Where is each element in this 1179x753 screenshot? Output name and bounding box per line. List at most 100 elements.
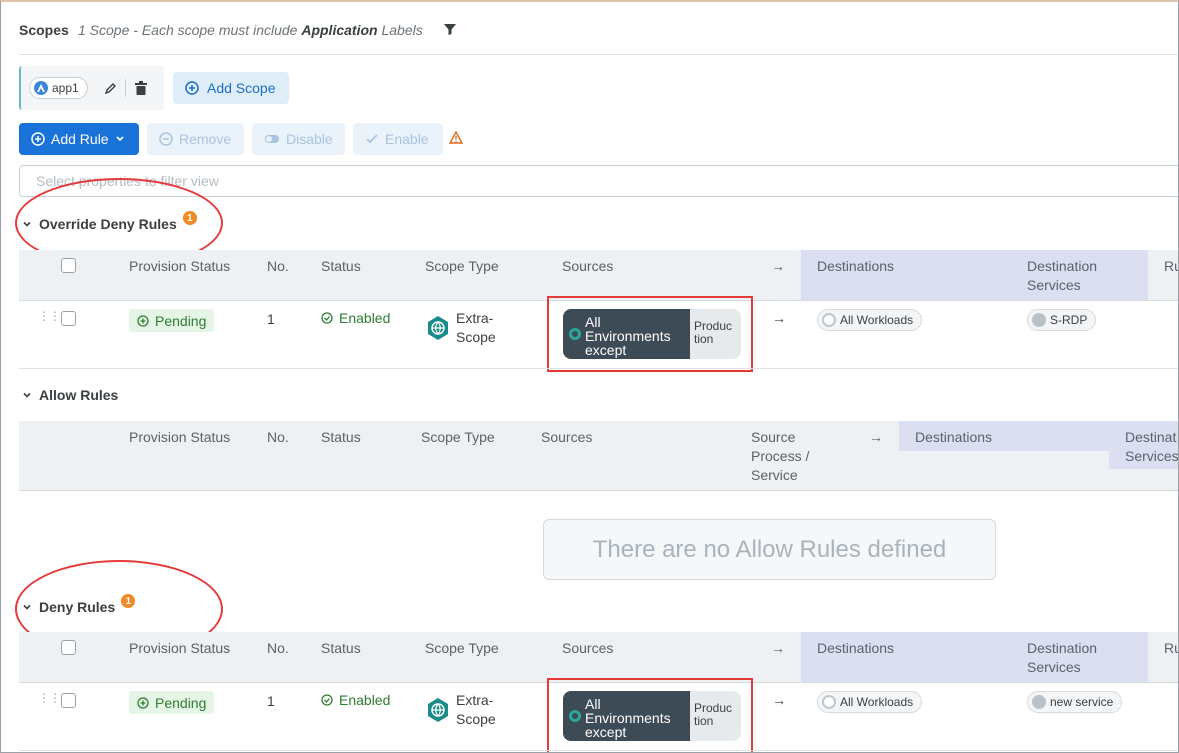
- add-scope-label: Add Scope: [207, 80, 276, 96]
- scopes-desc-suffix: Labels: [377, 22, 423, 38]
- scopes-description: 1 Scope - Each scope must include Applic…: [78, 22, 423, 38]
- col-arrow: →: [771, 258, 785, 274]
- app-label-icon: [34, 81, 48, 95]
- workload-icon: [822, 695, 836, 709]
- remove-label: Remove: [179, 131, 232, 147]
- remove-button[interactable]: Remove: [147, 123, 244, 155]
- trash-icon[interactable]: [135, 81, 147, 95]
- chevron-down-icon: [23, 392, 31, 398]
- destination-chip[interactable]: All Workloads: [817, 309, 923, 331]
- check-icon: [366, 134, 378, 144]
- separator: [125, 79, 126, 97]
- col-dest-services-line2: Services: [1027, 659, 1081, 675]
- col-destinat: Destinat: [1125, 429, 1177, 445]
- allow-table-header: Provision Status No. Status Scope Type S…: [19, 421, 1179, 491]
- workload-icon: [822, 313, 836, 327]
- row-arrow: →: [772, 692, 786, 708]
- col-provision-status: Provision Status: [129, 640, 231, 656]
- disable-button[interactable]: Disable: [252, 123, 345, 155]
- col-destinations: Destinations: [817, 640, 895, 656]
- edit-icon[interactable]: [104, 81, 118, 95]
- service-icon: [1032, 313, 1046, 327]
- plus-circle-icon: [137, 314, 149, 327]
- toggle-icon: [265, 135, 279, 143]
- check-circle-icon: [321, 312, 333, 324]
- empty-state-message: There are no Allow Rules defined: [543, 519, 996, 580]
- destination-text: All Workloads: [840, 313, 914, 327]
- allow-title-text: Allow Rules: [39, 387, 119, 403]
- plus-circle-icon: [185, 81, 199, 95]
- destination-chip[interactable]: All Workloads: [817, 691, 923, 713]
- col-destinations: Destinations: [817, 258, 895, 274]
- col-source-process-service: Source Process / Service: [751, 428, 809, 485]
- annotation-box: [547, 296, 753, 372]
- row-divider: [19, 368, 1178, 369]
- plus-circle-icon: [137, 696, 149, 709]
- divider: [19, 54, 1178, 55]
- col-status: Status: [321, 429, 361, 445]
- warning-icon: [449, 131, 463, 144]
- scope-label-chip[interactable]: app1: [29, 77, 88, 99]
- row-checkbox[interactable]: [61, 311, 76, 326]
- add-rule-label: Add Rule: [51, 131, 109, 147]
- scope-type-line2: Scope: [456, 329, 496, 345]
- chevron-down-icon: [116, 136, 124, 142]
- scopes-title: Scopes: [19, 22, 69, 38]
- rule-status: Enabled: [321, 692, 390, 708]
- scope-type: Extra- Scope: [456, 691, 496, 729]
- scope-type-line1: Extra-: [456, 692, 494, 708]
- col-scope-type: Scope Type: [421, 429, 495, 445]
- rule-status-text: Enabled: [339, 692, 391, 708]
- row-divider: [19, 750, 1178, 751]
- provision-status-badge: Pending: [129, 309, 215, 332]
- deny-table-header: Provision Status No. Status Scope Type S…: [19, 632, 1178, 683]
- col-destination-services: Destination Services: [1027, 639, 1097, 677]
- plus-circle-icon: [31, 132, 45, 146]
- col-src-proc-line1: Source: [751, 429, 796, 445]
- rule-editor-panel: Scopes 1 Scope - Each scope must include…: [0, 0, 1179, 753]
- enable-label: Enable: [385, 131, 429, 147]
- check-circle-icon: [321, 694, 333, 706]
- col-no: No.: [267, 429, 289, 445]
- drag-handle-icon[interactable]: ⋮⋮: [38, 310, 61, 322]
- service-chip[interactable]: new service: [1027, 691, 1123, 713]
- col-services: Services: [1125, 448, 1179, 464]
- col-provision-status: Provision Status: [129, 429, 231, 445]
- service-chip[interactable]: S-RDP: [1027, 309, 1097, 331]
- select-all-checkbox[interactable]: [61, 258, 76, 273]
- filter-icon[interactable]: [443, 22, 457, 36]
- destination-text: All Workloads: [840, 695, 914, 709]
- minus-circle-icon: [159, 132, 173, 146]
- col-dest-services-line2: Services: [1027, 277, 1081, 293]
- col-no: No.: [267, 258, 289, 274]
- col-scope-type: Scope Type: [425, 258, 499, 274]
- col-provision-status: Provision Status: [129, 258, 231, 274]
- col-arrow: →: [771, 640, 785, 656]
- col-truncated: Ru: [1164, 258, 1178, 274]
- allow-section-title[interactable]: Allow Rules: [21, 387, 118, 403]
- add-rule-button[interactable]: Add Rule: [19, 123, 139, 155]
- row-checkbox[interactable]: [61, 693, 76, 708]
- row-arrow: →: [772, 310, 786, 326]
- scope-type: Extra- Scope: [456, 309, 496, 347]
- service-text: S-RDP: [1050, 313, 1088, 327]
- add-scope-button[interactable]: Add Scope: [173, 72, 289, 104]
- scope-label-text: app1: [52, 81, 79, 95]
- rule-number: 1: [267, 693, 275, 709]
- provision-status-text: Pending: [155, 312, 207, 329]
- globe-icon: [428, 698, 448, 722]
- col-destination-services: Destination Services: [1027, 257, 1097, 295]
- provision-status-text: Pending: [155, 694, 207, 711]
- col-status: Status: [321, 640, 361, 656]
- scope-type-line1: Extra-: [456, 310, 494, 326]
- col-status: Status: [321, 258, 361, 274]
- drag-handle-icon[interactable]: ⋮⋮: [38, 692, 61, 704]
- scope-type-line2: Scope: [456, 711, 496, 727]
- col-truncated: Ru: [1164, 640, 1178, 656]
- enable-button[interactable]: Enable: [353, 123, 443, 155]
- col-destination-services: Destinat Services: [1125, 428, 1179, 466]
- disable-label: Disable: [286, 131, 333, 147]
- col-src-proc-line2: Process /: [751, 448, 810, 464]
- select-all-checkbox[interactable]: [61, 640, 76, 655]
- col-sources: Sources: [562, 640, 614, 656]
